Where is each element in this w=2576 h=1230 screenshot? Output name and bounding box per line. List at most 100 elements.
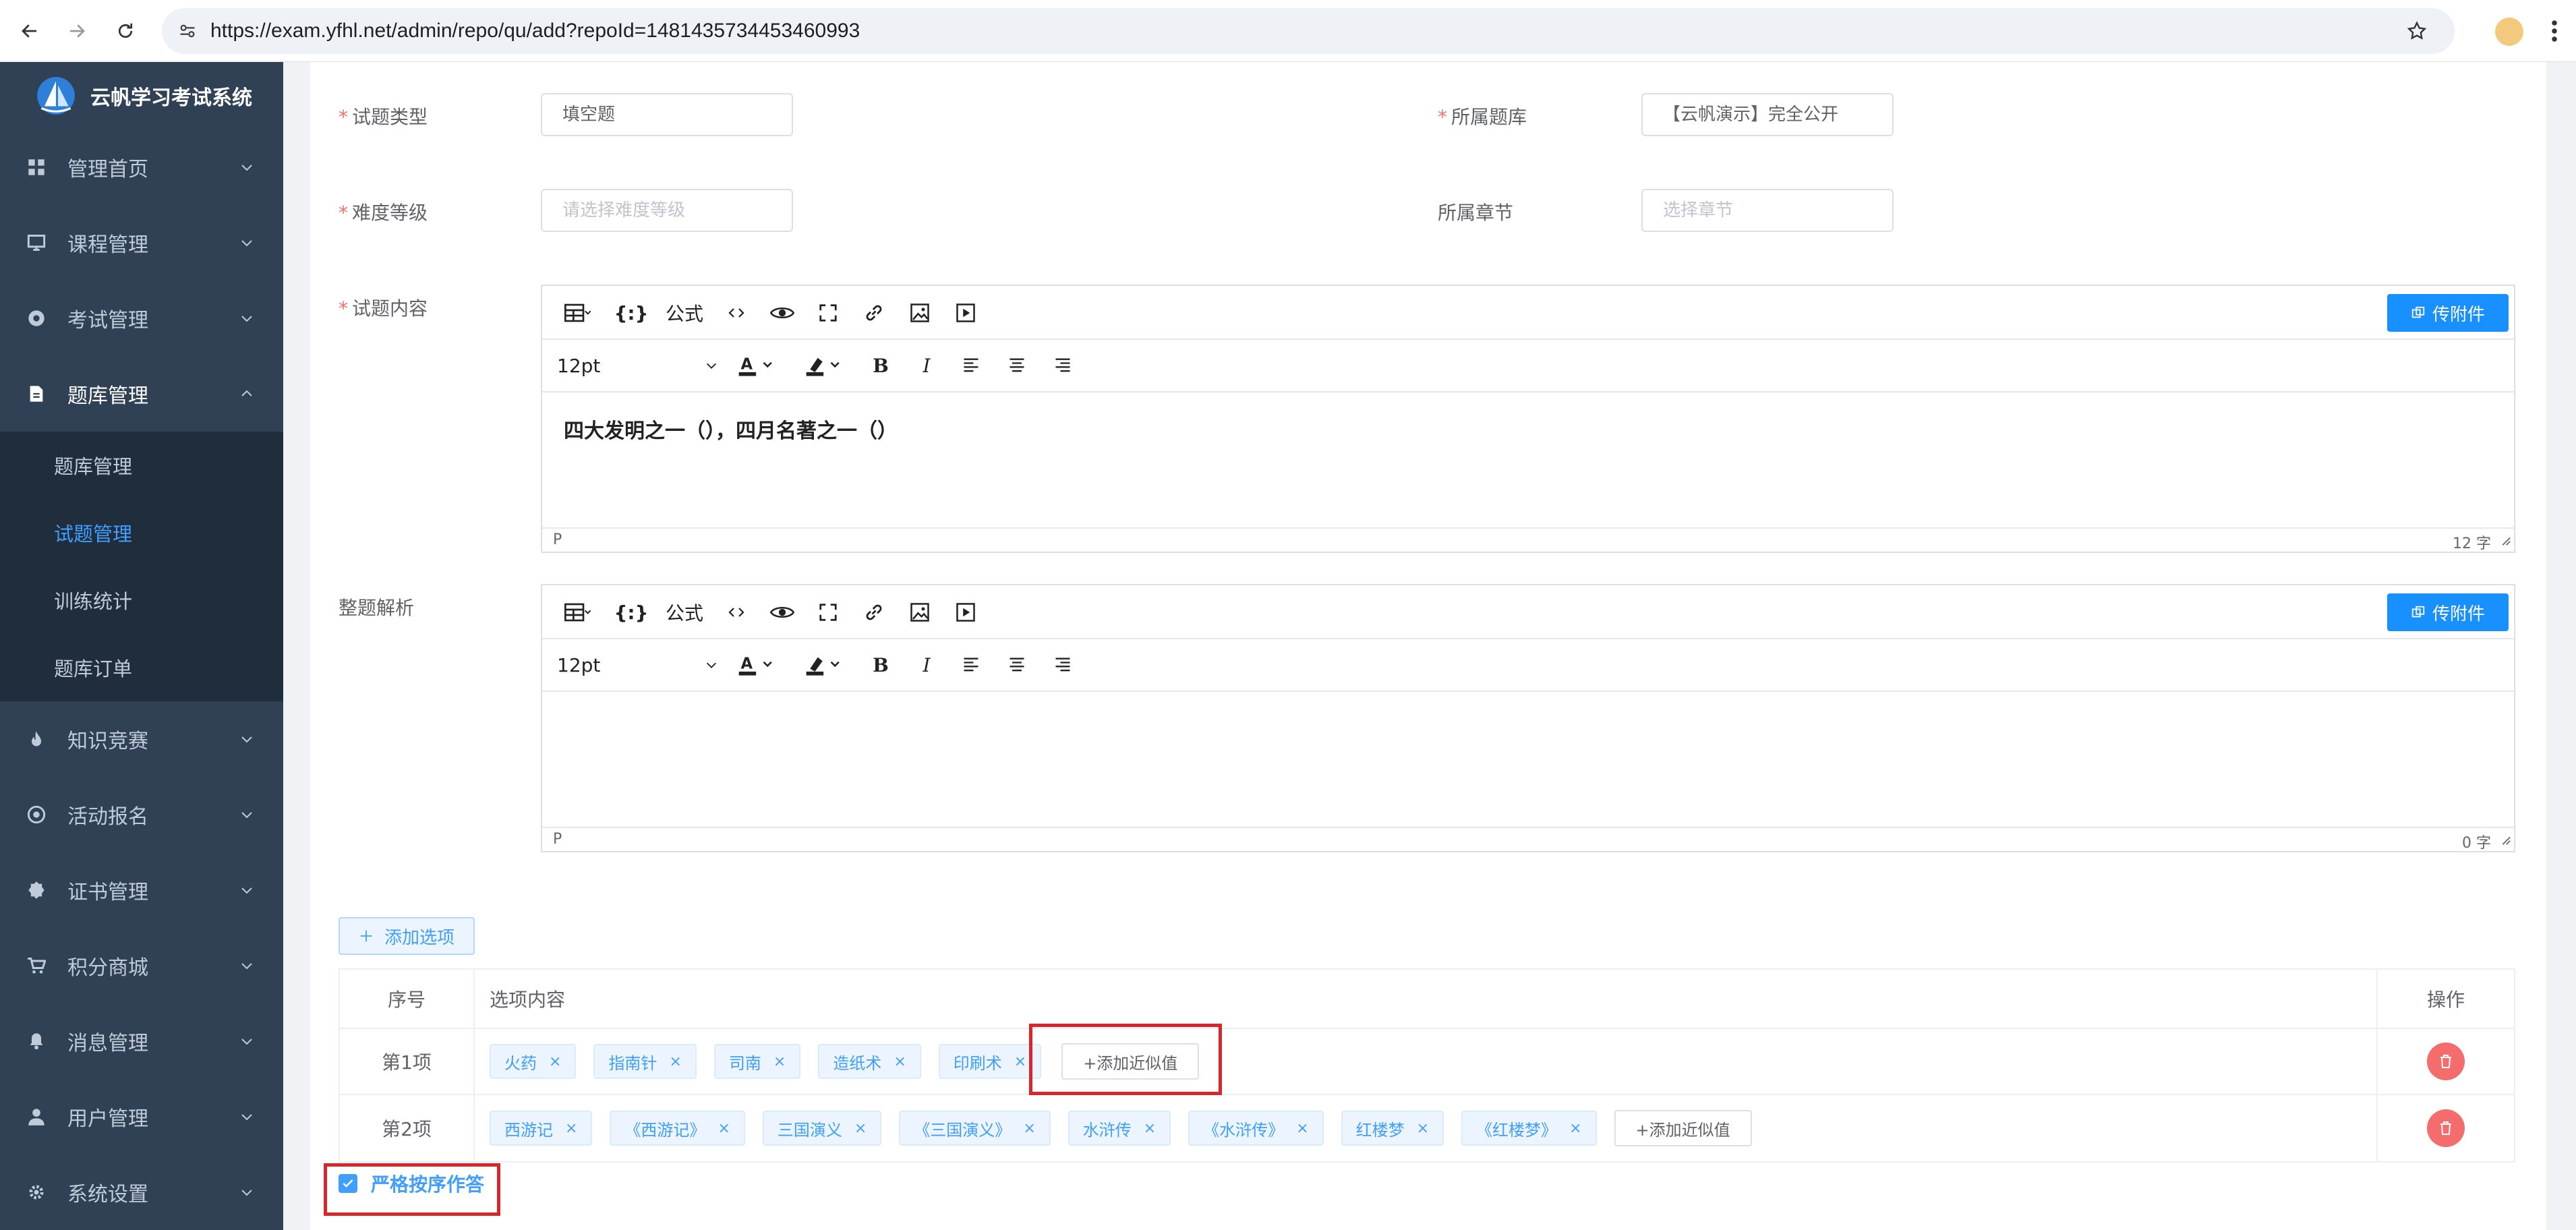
col-header-no: 序号 — [340, 970, 475, 1028]
back-button[interactable] — [13, 15, 46, 47]
sidebar-item-settings[interactable]: 系统设置 — [0, 1154, 283, 1230]
tag-close-icon[interactable]: × — [894, 1053, 906, 1070]
chevron-down-icon — [241, 963, 252, 970]
italic-icon[interactable]: I — [912, 650, 941, 680]
address-bar[interactable]: https://exam.yfhl.net/admin/repo/qu/add?… — [162, 8, 2455, 54]
fullscreen-icon[interactable] — [813, 298, 843, 328]
sidebar-item-points-mall[interactable]: 积分商城 — [0, 928, 283, 1003]
text-color-icon[interactable]: A — [731, 650, 785, 680]
code-icon[interactable] — [722, 597, 751, 627]
repo-select[interactable]: 【云帆演示】完全公开 — [1641, 93, 1894, 136]
bold-icon[interactable]: B — [866, 650, 896, 680]
align-right-icon[interactable] — [1048, 650, 1078, 680]
add-similar-button[interactable]: +添加近似值 — [1614, 1110, 1752, 1146]
video-icon[interactable] — [951, 597, 980, 627]
delete-button[interactable] — [2427, 1109, 2465, 1147]
tag-close-icon[interactable]: × — [1569, 1120, 1581, 1137]
tag-close-icon[interactable]: × — [718, 1120, 730, 1137]
sidebar-subitem-bank-orders[interactable]: 题库订单 — [0, 634, 283, 701]
sidebar-item-dashboard[interactable]: 管理首页 — [0, 129, 283, 205]
sidebar-item-question-bank[interactable]: 题库管理 — [0, 356, 283, 432]
reload-button[interactable] — [109, 15, 142, 47]
target-icon — [26, 804, 47, 825]
table-icon[interactable] — [554, 597, 602, 627]
preview-eye-icon[interactable] — [767, 597, 797, 627]
template-icon[interactable]: {:} — [614, 298, 648, 328]
sidebar-item-messages[interactable]: 消息管理 — [0, 1003, 283, 1079]
sail-logo-icon — [37, 77, 75, 115]
editor-content[interactable]: 四大发明之一（），四月名著之一（） — [542, 392, 2514, 465]
add-option-button[interactable]: 添加选项 — [339, 917, 475, 955]
sidebar-item-label: 证书管理 — [67, 881, 148, 904]
table-icon[interactable] — [554, 298, 602, 328]
checkbox-checked-icon[interactable] — [339, 1174, 357, 1193]
strict-order-checkbox[interactable]: 严格按序作答 — [339, 1170, 484, 1197]
resize-handle-icon[interactable] — [2499, 833, 2511, 846]
tag-close-icon[interactable]: × — [565, 1120, 577, 1137]
template-icon[interactable]: {:} — [614, 597, 648, 627]
chevron-down-icon — [241, 887, 252, 894]
sidebar-submenu: 题库管理 试题管理 训练统计 题库订单 — [0, 432, 283, 701]
sidebar-item-users[interactable]: 用户管理 — [0, 1079, 283, 1154]
align-left-icon[interactable] — [956, 650, 986, 680]
align-center-icon[interactable] — [1002, 351, 1032, 380]
upload-attachment-button[interactable]: 传附件 — [2387, 593, 2509, 631]
profile-avatar[interactable] — [2495, 18, 2523, 46]
site-settings-icon[interactable] — [178, 22, 197, 40]
forward-button[interactable] — [61, 15, 93, 47]
chapter-select[interactable]: 选择章节 — [1641, 189, 1894, 232]
question-type-select[interactable]: 填空题 — [541, 93, 793, 136]
sidebar-item-contest[interactable]: 知识竞赛 — [0, 701, 283, 777]
image-icon[interactable] — [905, 597, 935, 627]
browser-toolbar: https://exam.yfhl.net/admin/repo/qu/add?… — [0, 0, 2576, 62]
editor-content[interactable] — [542, 692, 2514, 735]
sidebar-subitem-question-manage[interactable]: 试题管理 — [0, 499, 283, 566]
highlight-color-icon[interactable] — [798, 650, 852, 680]
answer-tag: 西游记 × — [490, 1111, 593, 1146]
bold-icon[interactable]: B — [866, 351, 896, 380]
editor-toolbar-top: {:} 公式 传附件 — [542, 286, 2514, 340]
preview-eye-icon[interactable] — [767, 298, 797, 328]
italic-icon[interactable]: I — [912, 351, 941, 380]
element-path: P — [553, 831, 562, 848]
row-content: 火药 × 指南针 × 司南 × 造纸术 × 印刷术 × +添加近似值 — [475, 1029, 2378, 1094]
highlight-color-icon[interactable] — [798, 351, 852, 380]
sidebar-item-certificates[interactable]: 证书管理 — [0, 852, 283, 928]
tag-close-icon[interactable]: × — [549, 1053, 561, 1070]
tag-close-icon[interactable]: × — [1014, 1053, 1026, 1070]
formula-button[interactable]: 公式 — [661, 298, 708, 328]
bookmark-star-icon[interactable] — [2406, 20, 2428, 42]
tag-close-icon[interactable]: × — [1296, 1120, 1308, 1137]
tag-close-icon[interactable]: × — [1023, 1120, 1035, 1137]
tag-close-icon[interactable]: × — [854, 1120, 867, 1137]
text-color-icon[interactable]: A — [731, 351, 785, 380]
formula-button[interactable]: 公式 — [661, 597, 708, 627]
tag-close-icon[interactable]: × — [1417, 1120, 1429, 1137]
sidebar-subitem-question-bank[interactable]: 题库管理 — [0, 432, 283, 499]
link-icon[interactable] — [859, 298, 889, 328]
sidebar-item-courses[interactable]: 课程管理 — [0, 205, 283, 281]
align-right-icon[interactable] — [1048, 351, 1078, 380]
difficulty-select[interactable]: 请选择难度等级 — [541, 189, 793, 232]
code-icon[interactable] — [722, 298, 751, 328]
sidebar-item-exams[interactable]: 考试管理 — [0, 281, 283, 356]
sidebar-item-activity[interactable]: 活动报名 — [0, 777, 283, 852]
delete-button[interactable] — [2427, 1043, 2465, 1080]
font-size-select[interactable]: 12pt — [557, 351, 719, 380]
answer-tag: 指南针 × — [593, 1044, 697, 1079]
sidebar-subitem-training-stats[interactable]: 训练统计 — [0, 566, 283, 634]
tag-close-icon[interactable]: × — [1144, 1120, 1156, 1137]
video-icon[interactable] — [951, 298, 980, 328]
tag-close-icon[interactable]: × — [773, 1053, 786, 1070]
align-center-icon[interactable] — [1002, 650, 1032, 680]
tag-close-icon[interactable]: × — [669, 1053, 681, 1070]
fullscreen-icon[interactable] — [813, 597, 843, 627]
link-icon[interactable] — [859, 597, 889, 627]
font-size-select[interactable]: 12pt — [557, 650, 719, 680]
upload-attachment-button[interactable]: 传附件 — [2387, 294, 2509, 332]
image-icon[interactable] — [905, 298, 935, 328]
align-left-icon[interactable] — [956, 351, 986, 380]
brand[interactable]: 云帆学习考试系统 — [0, 62, 283, 129]
resize-handle-icon[interactable] — [2499, 534, 2511, 546]
more-vert-icon[interactable] — [2549, 19, 2560, 43]
